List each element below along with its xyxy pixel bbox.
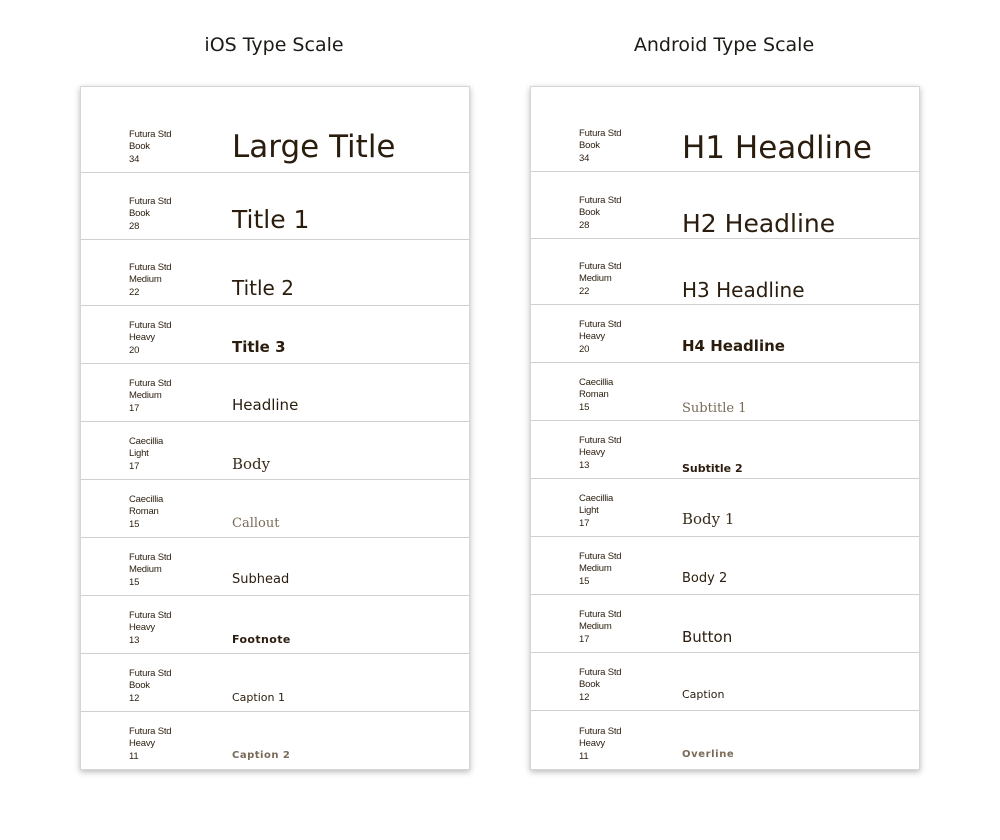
- type-sample: Large Title: [232, 129, 396, 165]
- type-sample: Body 2: [682, 571, 728, 586]
- type-sample: Headline: [232, 396, 299, 414]
- type-sample: Title 2: [232, 276, 294, 300]
- type-row: Caecillia Light 17 Body 1: [531, 479, 919, 537]
- type-sample: H2 Headline: [682, 209, 836, 238]
- font-spec: Caecillia Light 17: [579, 492, 614, 529]
- type-sample: Callout: [232, 516, 280, 531]
- type-sample: Subtitle 2: [682, 462, 743, 475]
- type-row: Caecillia Roman 15 Callout: [81, 480, 469, 538]
- type-row: Futura Std Book 12 Caption: [531, 653, 919, 711]
- type-row: Futura Std Heavy 11 Overline: [531, 711, 919, 769]
- type-sample: Title 1: [232, 205, 310, 234]
- type-row: Futura Std Medium 15 Body 2: [531, 537, 919, 595]
- type-sample: H3 Headline: [682, 278, 805, 302]
- font-spec: Futura Std Medium 22: [129, 261, 172, 298]
- type-row: Futura Std Book 34 H1 Headline: [531, 87, 919, 172]
- font-spec: Caecillia Light 17: [129, 435, 164, 472]
- type-row: Caecillia Light 17 Body: [81, 422, 469, 480]
- type-sample: Footnote: [232, 633, 291, 646]
- type-row: Futura Std Book 34 Large Title: [81, 87, 469, 173]
- type-sample: Subhead: [232, 572, 290, 587]
- font-spec: Futura Std Book 12: [129, 667, 172, 704]
- type-sample: Subtitle 1: [682, 401, 747, 416]
- ios-type-scale-card: Futura Std Book 34 Large Title Futura Std B…: [80, 86, 470, 770]
- type-sample: H1 Headline: [682, 130, 872, 166]
- font-spec: Futura Std Book 34: [579, 127, 622, 164]
- font-spec: Futura Std Book 28: [129, 195, 172, 232]
- type-sample: Body 1: [682, 510, 735, 528]
- font-spec: Futura Std Medium 17: [579, 608, 622, 645]
- type-sample: Caption 1: [232, 691, 285, 704]
- type-sample: Caption 2: [232, 750, 291, 761]
- type-row: Futura Std Medium 17 Button: [531, 595, 919, 653]
- type-sample: Caption: [682, 688, 725, 701]
- font-spec: Caecillia Roman 15: [579, 376, 614, 413]
- font-spec: Futura Std Heavy 11: [129, 725, 172, 762]
- type-sample: Overline: [682, 749, 735, 760]
- type-sample: H4 Headline: [682, 337, 785, 355]
- ios-column-title: iOS Type Scale: [204, 34, 344, 56]
- android-type-scale-card: Futura Std Book 34 H1 Headline Futura Std B…: [530, 86, 920, 770]
- font-spec: Futura Std Heavy 11: [579, 725, 622, 762]
- font-spec: Futura Std Medium 17: [129, 377, 172, 414]
- type-row: Futura Std Medium 22 Title 2: [81, 240, 469, 306]
- font-spec: Futura Std Heavy 20: [579, 318, 622, 355]
- font-spec: Futura Std Medium 22: [579, 260, 622, 297]
- type-row: Futura Std Book 28 H2 Headline: [531, 172, 919, 239]
- font-spec: Futura Std Medium 15: [129, 551, 172, 588]
- type-sample: Title 3: [232, 338, 286, 356]
- font-spec: Futura Std Book 28: [579, 194, 622, 231]
- font-spec: Futura Std Book 12: [579, 666, 622, 703]
- type-row: Futura Std Medium 15 Subhead: [81, 538, 469, 596]
- type-row: Futura Std Heavy 11 Caption 2: [81, 712, 469, 769]
- font-spec: Futura Std Heavy 13: [129, 609, 172, 646]
- type-row: Futura Std Heavy 13 Subtitle 2: [531, 421, 919, 479]
- type-row: Futura Std Heavy 13 Footnote: [81, 596, 469, 654]
- font-spec: Futura Std Book 34: [129, 128, 172, 165]
- type-row: Futura Std Book 12 Caption 1: [81, 654, 469, 712]
- font-spec: Futura Std Heavy 20: [129, 319, 172, 356]
- type-row: Futura Std Book 28 Title 1: [81, 173, 469, 240]
- type-row: Caecillia Roman 15 Subtitle 1: [531, 363, 919, 421]
- font-spec: Caecillia Roman 15: [129, 493, 164, 530]
- type-row: Futura Std Heavy 20 H4 Headline: [531, 305, 919, 363]
- font-spec: Futura Std Heavy 13: [579, 434, 622, 471]
- type-sample: Button: [682, 628, 733, 646]
- type-row: Futura Std Medium 17 Headline: [81, 364, 469, 422]
- android-column-title: Android Type Scale: [633, 34, 815, 56]
- type-row: Futura Std Heavy 20 Title 3: [81, 306, 469, 364]
- type-sample: Body: [232, 455, 271, 473]
- font-spec: Futura Std Medium 15: [579, 550, 622, 587]
- type-row: Futura Std Medium 22 H3 Headline: [531, 239, 919, 305]
